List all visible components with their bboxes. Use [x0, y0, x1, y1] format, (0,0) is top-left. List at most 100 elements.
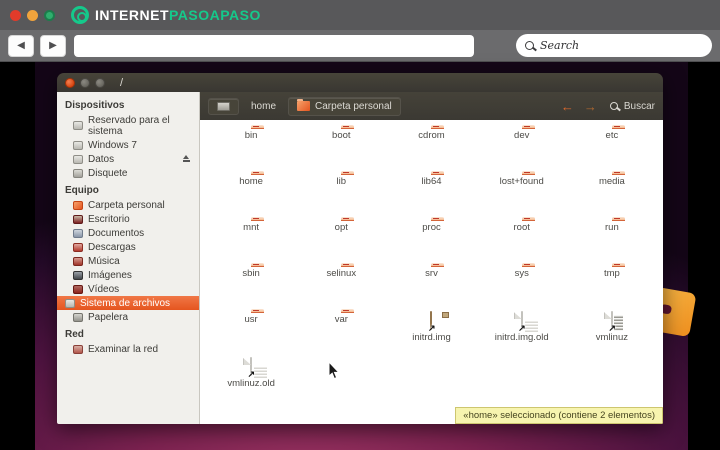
file-item-bin[interactable]: bin [206, 125, 296, 171]
address-bar-input[interactable] [74, 34, 474, 57]
sidebar-item-datos[interactable]: Datos [57, 152, 199, 166]
history-forward-button[interactable]: → [581, 100, 600, 113]
sidebar-item-windows-7[interactable]: Windows 7 [57, 138, 199, 152]
places-root-button[interactable] [208, 97, 239, 115]
browser-forward-button[interactable]: ▶ [40, 34, 66, 57]
file-item-usr[interactable]: usr [206, 309, 296, 355]
file-item-label: lib [336, 176, 347, 187]
file-item-opt[interactable]: opt [296, 217, 386, 263]
file-item-lib64[interactable]: lib64 [386, 171, 476, 217]
window-zoom-dot[interactable] [44, 9, 55, 21]
site-logo-icon [71, 6, 89, 24]
file-item-label: lost+found [499, 176, 544, 187]
desktop-i-icon [73, 214, 83, 224]
sidebar-item-examinar-la-red[interactable]: Examinar la red [57, 342, 199, 356]
drive-icon [73, 154, 83, 164]
file-item-media[interactable]: media [567, 171, 657, 217]
sidebar-item-im-genes[interactable]: Imágenes [57, 268, 199, 282]
sidebar-item-m-sica[interactable]: Música [57, 254, 199, 268]
window-titlebar[interactable]: / [57, 73, 663, 92]
computer-icon [217, 101, 230, 111]
close-button[interactable] [65, 77, 75, 88]
history-back-button[interactable]: ← [558, 100, 577, 113]
file-item-label: root [513, 222, 530, 233]
file-item-sys[interactable]: sys [477, 263, 567, 309]
file-item-srv[interactable]: srv [386, 263, 476, 309]
site-logo: INTERNET PASOAPASO [71, 6, 261, 24]
drive-icon [73, 140, 83, 150]
sidebar-item-descargas[interactable]: Descargas [57, 240, 199, 254]
file-item-var[interactable]: var [296, 309, 386, 355]
file-item-label: var [334, 314, 348, 325]
file-item-root[interactable]: root [477, 217, 567, 263]
search-icon [525, 41, 534, 50]
file-item-lost-found[interactable]: lost+found [477, 171, 567, 217]
file-item-etc[interactable]: etc [567, 125, 657, 171]
file-item-initrd-img[interactable]: ↗ initrd.img [386, 309, 476, 355]
downloads-icon [73, 242, 83, 252]
file-item-label: media [598, 176, 625, 187]
file-item-label: selinux [326, 268, 357, 279]
videos-icon [73, 284, 83, 294]
file-item-label: run [605, 222, 619, 233]
breadcrumb-home[interactable]: home [243, 98, 284, 115]
sidebar-item-papelera[interactable]: Papelera [57, 310, 199, 324]
sidebar-item-label: Sistema de archivos [80, 297, 171, 309]
browser-back-button[interactable]: ◀ [8, 34, 34, 57]
sidebar-item-disquete[interactable]: Disquete [57, 166, 199, 180]
file-item-label: dev [514, 130, 530, 141]
sidebar-item-label: Reservado para el sistema [88, 114, 170, 137]
breadcrumb-carpeta-personal[interactable]: Carpeta personal [288, 96, 401, 116]
search-files-icon[interactable] [609, 102, 618, 110]
selection-status-tooltip: «home» seleccionado (contiene 2 elemento… [455, 407, 663, 424]
file-item-vmlinuz[interactable]: ↗ vmlinuz [567, 309, 657, 355]
file-item-proc[interactable]: proc [386, 217, 476, 263]
file-item-tmp[interactable]: tmp [567, 263, 657, 309]
file-item-cdrom[interactable]: cdrom [386, 125, 476, 171]
sidebar-item-label: Documentos [88, 227, 145, 239]
file-item-vmlinuz-old[interactable]: ↗ vmlinuz.old [206, 355, 296, 401]
sidebar-section-header: Dispositivos [65, 100, 125, 111]
logo-word-pasoapaso: PASOAPASO [169, 7, 261, 23]
sidebar-item-escritorio[interactable]: Escritorio [57, 212, 199, 226]
search-files-label[interactable]: Buscar [624, 101, 655, 112]
file-item-label: sbin [242, 268, 260, 279]
symlink-emblem-icon: ↗ [427, 323, 436, 333]
window-minimize-dot[interactable] [27, 9, 38, 21]
file-item-run[interactable]: run [567, 217, 657, 263]
sidebar-item-sistema-de-archivos[interactable]: Sistema de archivos [57, 296, 199, 310]
file-item-label: vmlinuz.old [227, 378, 275, 389]
ubuntu-desktop: / Dispositivos Reservado para el sistema… [35, 62, 697, 450]
file-item-dev[interactable]: dev [477, 125, 567, 171]
window-close-dot[interactable] [10, 9, 21, 21]
pathbar-toolbar: home Carpeta personal ← → Buscar [200, 92, 663, 120]
pictures-icon [73, 270, 83, 280]
file-item-label: srv [425, 268, 438, 279]
sidebar-item-reservado-para-el-sistema[interactable]: Reservado para el sistema [57, 113, 199, 138]
eject-icon[interactable] [182, 155, 191, 163]
minimize-button[interactable] [80, 77, 90, 88]
sidebar-section-header: Equipo [65, 185, 99, 196]
file-view: bin boot cdrom dev etc home lib lib64 lo… [200, 120, 663, 424]
file-item-initrd-img-old[interactable]: ↗ initrd.img.old [477, 309, 567, 355]
file-item-sbin[interactable]: sbin [206, 263, 296, 309]
file-item-mnt[interactable]: mnt [206, 217, 296, 263]
sidebar-section-header: Red [65, 329, 84, 340]
sidebar-item-carpeta-personal[interactable]: Carpeta personal [57, 198, 199, 212]
file-item-label: boot [332, 130, 351, 141]
file-item-label: initrd.img [412, 332, 451, 343]
file-item-lib[interactable]: lib [296, 171, 386, 217]
file-item-label: mnt [243, 222, 260, 233]
sidebar-item-label: Disquete [88, 167, 128, 179]
file-item-label: tmp [603, 268, 620, 279]
site-logo-text: INTERNET PASOAPASO [95, 7, 261, 23]
sidebar-item-label: Música [88, 255, 120, 267]
file-item-selinux[interactable]: selinux [296, 263, 386, 309]
browser-search-box[interactable]: Search [516, 34, 712, 57]
file-item-boot[interactable]: boot [296, 125, 386, 171]
sidebar-item-v-deos[interactable]: Vídeos [57, 282, 199, 296]
maximize-button[interactable] [95, 77, 105, 88]
file-item-home[interactable]: home [206, 171, 296, 217]
sidebar-item-documentos[interactable]: Documentos [57, 226, 199, 240]
file-item-label: initrd.img.old [494, 332, 549, 343]
